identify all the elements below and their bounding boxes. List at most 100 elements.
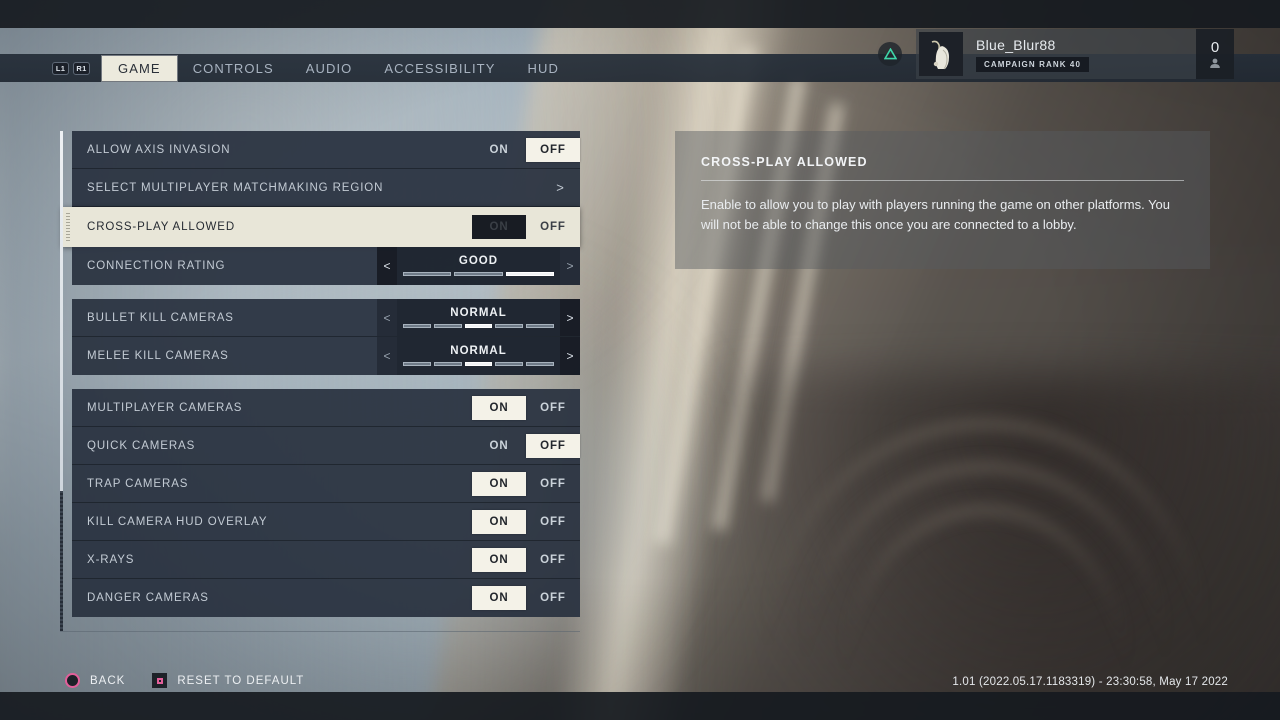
slider-segment xyxy=(526,362,554,366)
toggle-option-off[interactable]: OFF xyxy=(526,215,580,239)
settings-row-select-multiplayer-matchmaking-region[interactable]: SELECT MULTIPLAYER MATCHMAKING REGION > xyxy=(72,169,580,207)
circle-button-icon xyxy=(64,672,81,689)
squad-count-value: 0 xyxy=(1210,39,1220,56)
slider-segment xyxy=(433,362,462,366)
settings-group: ALLOW AXIS INVASION ON OFF SELECT MULTIPLAY… xyxy=(62,131,580,285)
slider-prev-arrow-icon[interactable]: < xyxy=(377,247,397,285)
slider-next-arrow-icon[interactable]: > xyxy=(560,247,580,285)
grim-reaper-icon xyxy=(931,40,949,70)
slider-body: GOOD xyxy=(397,247,560,285)
settings-row-label: BULLET KILL CAMERAS xyxy=(87,311,234,324)
scrollbar-thumb[interactable] xyxy=(60,131,63,491)
squad-count: 0 xyxy=(1196,29,1234,79)
description-divider xyxy=(701,180,1184,181)
slider-segment xyxy=(403,272,452,276)
back-button[interactable]: BACK xyxy=(64,672,125,689)
player-name: Blue_Blur88 xyxy=(976,36,1056,53)
slider-body: NORMAL xyxy=(397,299,560,336)
back-button-label: BACK xyxy=(90,674,126,687)
settings-row-label: KILL CAMERA HUD OVERLAY xyxy=(87,515,268,528)
button-prompts: BACK RESET TO DEFAULT xyxy=(64,672,304,689)
toggle-option-on[interactable]: ON xyxy=(472,586,526,610)
slider-track[interactable] xyxy=(403,362,554,366)
toggle-option-on[interactable]: ON xyxy=(472,471,526,496)
settings-row-label: CONNECTION RATING xyxy=(87,260,226,272)
settings-row-allow-axis-invasion[interactable]: ALLOW AXIS INVASION ON OFF xyxy=(72,131,580,169)
settings-row-label: ALLOW AXIS INVASION xyxy=(87,143,231,156)
toggle-option-off[interactable]: OFF xyxy=(526,548,580,572)
slider-segment xyxy=(505,272,554,276)
settings-row-kill-camera-hud-overlay[interactable]: KILL CAMERA HUD OVERLAY ON OFF xyxy=(72,503,580,541)
toggle-control: ON OFF xyxy=(472,579,580,617)
player-card[interactable]: Blue_Blur88 CAMPAIGN RANK 40 0 xyxy=(878,29,1234,79)
slider-control: < GOOD > xyxy=(377,247,580,285)
toggle-option-off[interactable]: OFF xyxy=(526,396,580,420)
reset-to-default-button[interactable]: RESET TO DEFAULT xyxy=(151,672,304,689)
settings-group: BULLET KILL CAMERAS < NORMAL > MELEE KILL CA… xyxy=(72,299,580,375)
slider-segment xyxy=(495,362,524,366)
slider-next-arrow-icon[interactable]: > xyxy=(560,299,580,336)
settings-row-label: TRAP CAMERAS xyxy=(87,477,189,490)
top-letterbox-bar xyxy=(0,0,1280,28)
settings-row-cross-play-allowed[interactable]: CROSS-PLAY ALLOWED ON OFF xyxy=(62,207,580,247)
description-body: Enable to allow you to play with players… xyxy=(701,197,1171,233)
player-rank-badge: CAMPAIGN RANK 40 xyxy=(976,56,1090,72)
toggle-control: ON OFF xyxy=(472,503,580,540)
toggle-control: ON OFF xyxy=(472,541,580,578)
toggle-option-on[interactable]: ON xyxy=(472,215,526,239)
toggle-option-off[interactable]: OFF xyxy=(526,472,580,496)
slider-segment xyxy=(526,323,554,328)
chevron-right-icon[interactable]: > xyxy=(540,180,580,195)
toggle-option-on[interactable]: ON xyxy=(472,138,526,162)
toggle-option-off[interactable]: OFF xyxy=(526,433,580,458)
toggle-control: ON OFF xyxy=(472,427,580,464)
toggle-control: ON OFF xyxy=(472,465,580,502)
slider-segment xyxy=(433,323,462,328)
settings-scrollbar[interactable] xyxy=(60,131,63,631)
toggle-option-off[interactable]: OFF xyxy=(526,510,580,534)
square-button-icon xyxy=(151,672,168,689)
toggle-option-off[interactable]: OFF xyxy=(526,586,580,610)
settings-row-label: MULTIPLAYER CAMERAS xyxy=(87,401,243,414)
slider-next-arrow-icon[interactable]: > xyxy=(560,337,580,375)
tab-game[interactable]: GAME xyxy=(102,55,177,81)
toggle-option-on[interactable]: ON xyxy=(472,509,526,534)
settings-list-underline xyxy=(60,631,580,632)
settings-row-connection-rating[interactable]: CONNECTION RATING < GOOD > xyxy=(72,247,580,285)
toggle-option-on[interactable]: ON xyxy=(472,434,526,458)
slider-body: NORMAL xyxy=(397,337,560,375)
toggle-option-on[interactable]: ON xyxy=(472,547,526,572)
tab-hud[interactable]: HUD xyxy=(512,56,575,81)
slider-prev-arrow-icon[interactable]: < xyxy=(377,337,397,375)
bottom-letterbox-bar xyxy=(0,692,1280,720)
l1-shoulder-button-icon[interactable]: L1 xyxy=(52,61,69,75)
slider-segment xyxy=(495,323,524,328)
settings-group: MULTIPLAYER CAMERAS ON OFF QUICK CAMERAS ON O… xyxy=(72,389,580,617)
settings-row-label: CROSS-PLAY ALLOWED xyxy=(87,221,236,233)
tab-accessibility[interactable]: ACCESSIBILITY xyxy=(368,56,511,81)
slider-track[interactable] xyxy=(403,323,554,328)
squad-member-icon xyxy=(1210,58,1220,68)
r1-shoulder-button-icon[interactable]: R1 xyxy=(73,61,90,75)
settings-row-bullet-kill-cameras[interactable]: BULLET KILL CAMERAS < NORMAL > xyxy=(72,299,580,337)
toggle-control: ON OFF xyxy=(472,389,580,426)
settings-row-x-rays[interactable]: X-RAYS ON OFF xyxy=(72,541,580,579)
settings-row-quick-cameras[interactable]: QUICK CAMERAS ON OFF xyxy=(72,427,580,465)
settings-row-melee-kill-cameras[interactable]: MELEE KILL CAMERAS < NORMAL > xyxy=(72,337,580,375)
settings-row-label: MELEE KILL CAMERAS xyxy=(87,350,229,362)
slider-track[interactable] xyxy=(403,272,554,276)
slider-segment xyxy=(464,323,493,328)
toggle-option-on[interactable]: ON xyxy=(472,395,526,420)
slider-segment xyxy=(464,362,493,366)
settings-row-trap-cameras[interactable]: TRAP CAMERAS ON OFF xyxy=(72,465,580,503)
settings-row-multiplayer-cameras[interactable]: MULTIPLAYER CAMERAS ON OFF xyxy=(72,389,580,427)
settings-row-label: QUICK CAMERAS xyxy=(87,439,196,452)
tab-audio[interactable]: AUDIO xyxy=(290,56,369,81)
tab-controls[interactable]: CONTROLS xyxy=(177,56,290,81)
settings-row-danger-cameras[interactable]: DANGER CAMERAS ON OFF xyxy=(72,579,580,617)
toggle-option-off[interactable]: OFF xyxy=(526,137,580,162)
slider-value: NORMAL xyxy=(450,306,507,319)
settings-row-label: DANGER CAMERAS xyxy=(87,592,209,604)
slider-prev-arrow-icon[interactable]: < xyxy=(377,299,397,336)
description-panel: CROSS-PLAY ALLOWED Enable to allow you t… xyxy=(675,131,1210,269)
